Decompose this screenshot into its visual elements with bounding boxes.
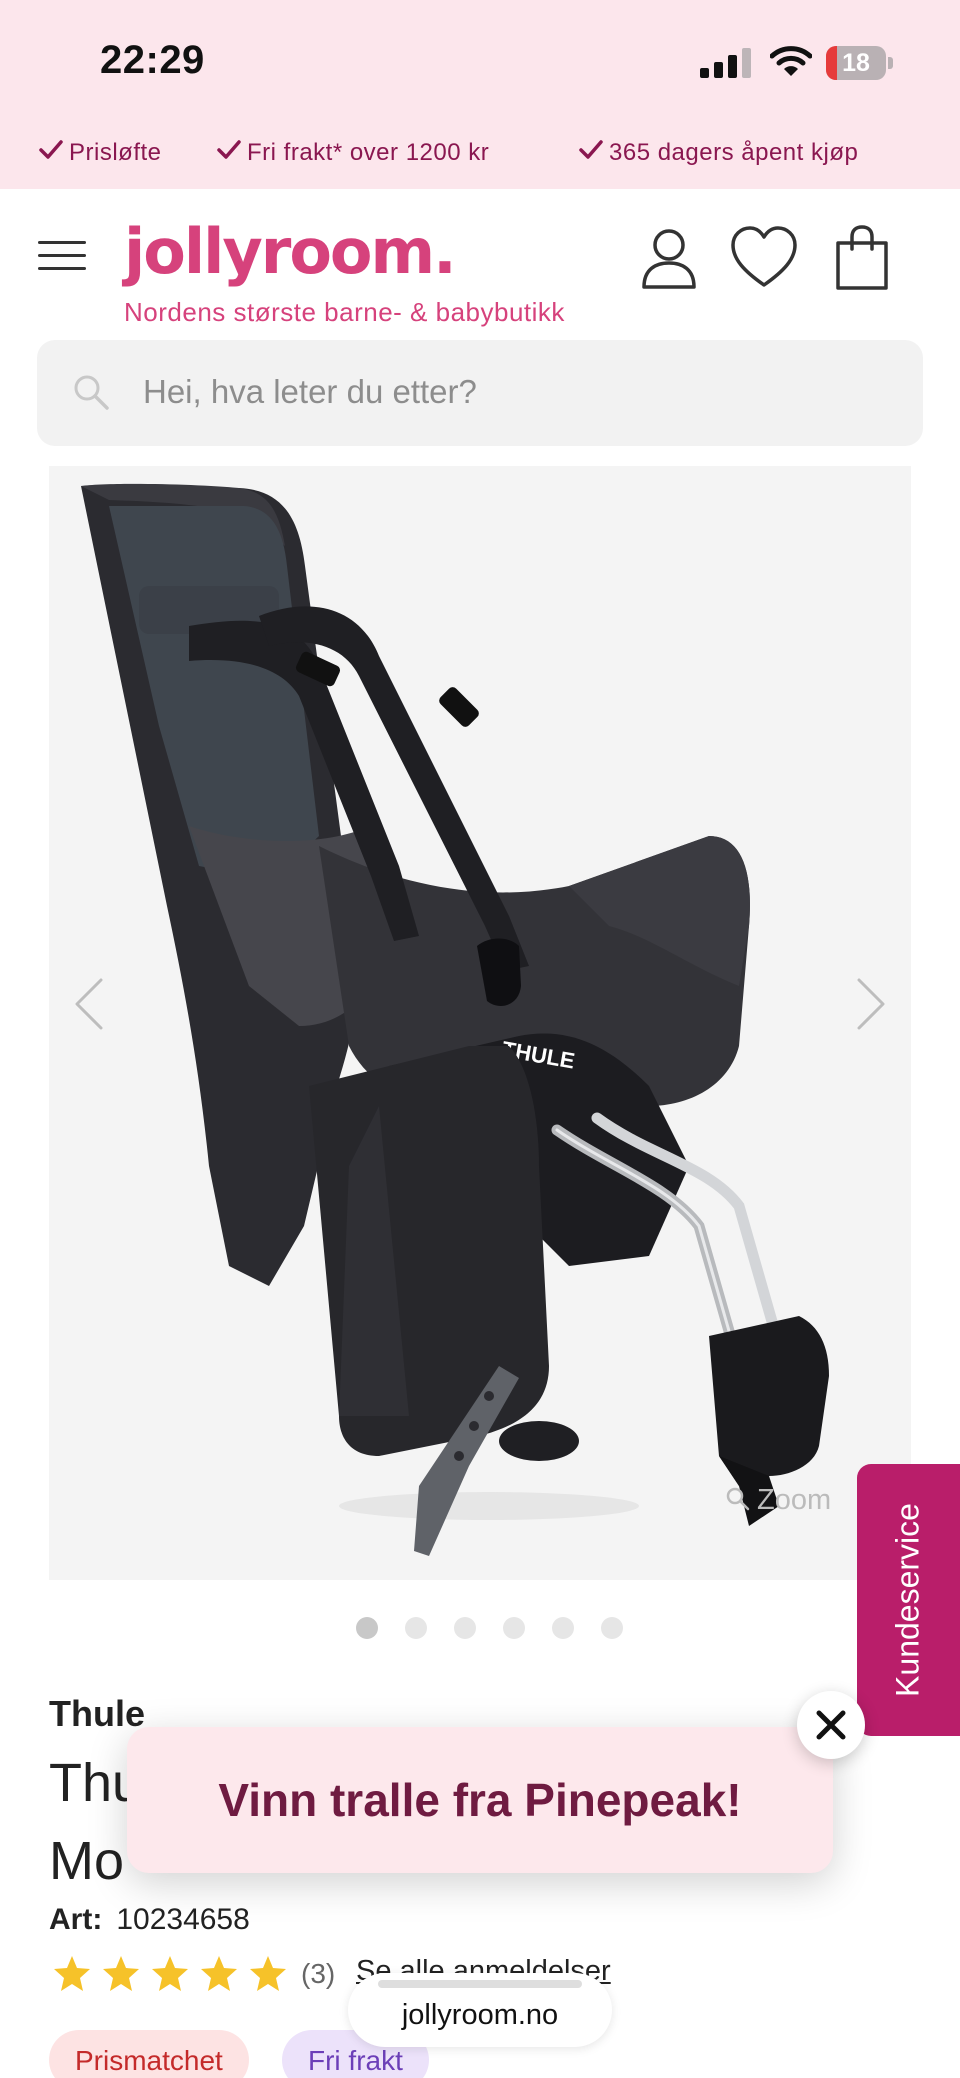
gallery-dot[interactable] <box>405 1617 427 1639</box>
browser-address-bar[interactable]: jollyroom.no <box>348 1973 612 2047</box>
badge-price-matched: Prismatchet <box>49 2030 249 2078</box>
search-input[interactable]: Hei, hva leter du etter? <box>37 340 923 446</box>
check-icon <box>579 140 603 159</box>
menu-icon[interactable] <box>38 239 86 273</box>
gallery-dot[interactable] <box>503 1617 525 1639</box>
star-rating[interactable]: (3) <box>52 1954 335 1998</box>
gallery-dot[interactable] <box>552 1617 574 1639</box>
close-icon <box>816 1710 846 1740</box>
customer-service-label: Kundeservice <box>889 1503 926 1697</box>
star-icon <box>201 1956 237 1991</box>
wifi-icon <box>770 46 812 76</box>
customer-service-tab[interactable]: Kundeservice <box>857 1464 960 1736</box>
star-icon <box>250 1956 286 1991</box>
check-icon <box>217 140 241 159</box>
product-image-gallery[interactable]: THULE Zoom <box>49 466 911 1580</box>
gallery-dot[interactable] <box>356 1617 378 1639</box>
gallery-pagination <box>356 1617 636 1639</box>
star-icon <box>103 1956 139 1991</box>
zoom-button[interactable]: Zoom <box>725 1484 831 1524</box>
site-header: jollyroom. Nordens største barne- & baby… <box>0 189 960 335</box>
shopping-bag-icon[interactable] <box>834 225 890 291</box>
status-bar: 22:29 18 <box>0 0 960 125</box>
account-icon[interactable] <box>638 225 700 291</box>
article-number: 10234658 <box>116 1903 250 1936</box>
usp-bar: Prisløfte Fri frakt* over 1200 kr 365 da… <box>0 125 960 189</box>
cellular-signal-icon <box>700 48 751 78</box>
search-placeholder: Hei, hva leter du etter? <box>143 373 477 410</box>
usp-label: Fri frakt* over 1200 kr <box>247 139 490 166</box>
promo-banner[interactable]: Vinn tralle fra Pinepeak! <box>127 1727 833 1873</box>
battery-icon: 18 <box>826 46 894 80</box>
product-title-line-2: Mo <box>49 1831 125 1891</box>
check-icon <box>39 140 63 159</box>
article-number-label: Art: <box>49 1903 103 1936</box>
jollyroom-logo[interactable]: jollyroom. <box>124 215 457 288</box>
drag-handle[interactable] <box>378 1980 582 1988</box>
rating-stars <box>52 1956 297 1991</box>
star-icon <box>152 1956 188 1991</box>
usp-item: Prisløfte <box>38 139 162 167</box>
browser-url: jollyroom.no <box>401 1999 559 2031</box>
tagline: Nordens største barne- & babybutikk <box>124 297 565 327</box>
close-promo-button[interactable] <box>797 1691 865 1759</box>
gallery-dot[interactable] <box>454 1617 476 1639</box>
product-image-bike-child-seat: THULE <box>81 483 829 1556</box>
usp-label: Prisløfte <box>69 139 162 166</box>
usp-item: 365 dagers åpent kjøp <box>578 139 858 167</box>
battery-level: 18 <box>842 49 870 77</box>
usp-item: Fri frakt* over 1200 kr <box>216 139 489 167</box>
gallery-dot[interactable] <box>601 1617 623 1639</box>
previous-image-arrow-icon[interactable] <box>71 976 107 1032</box>
next-image-arrow-icon[interactable] <box>853 976 889 1032</box>
promo-text: Vinn tralle fra Pinepeak! <box>218 1774 742 1826</box>
zoom-magnifier-icon <box>726 1487 750 1511</box>
usp-label: 365 dagers åpent kjøp <box>609 139 859 166</box>
search-icon <box>74 375 109 410</box>
wishlist-heart-icon[interactable] <box>730 225 798 291</box>
status-time: 22:29 <box>100 38 205 82</box>
review-count: (3) <box>301 1958 336 1989</box>
zoom-label: Zoom <box>757 1484 832 1516</box>
star-icon <box>54 1956 90 1991</box>
article-number-row: Art: 10234658 <box>49 1903 250 1937</box>
